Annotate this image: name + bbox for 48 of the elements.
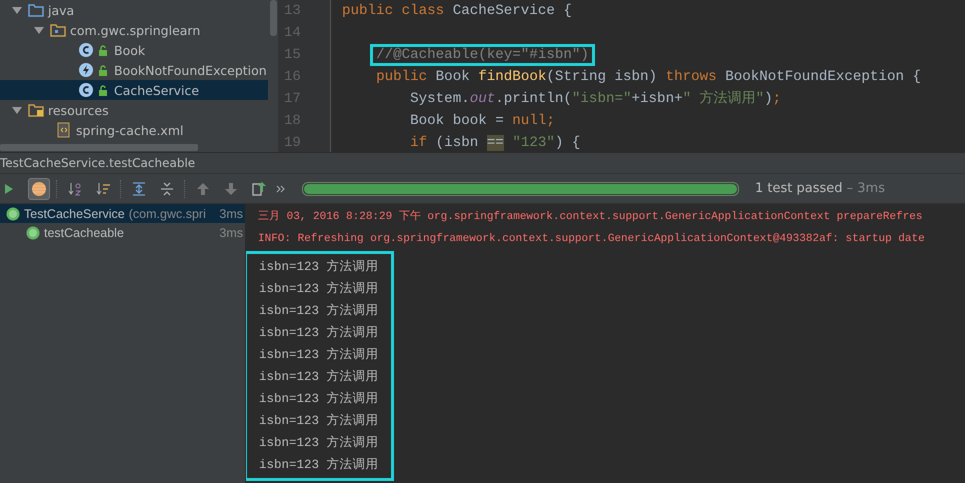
tree-item[interactable]: spring-cache.xml [0, 120, 268, 140]
code-line: //@Cacheable(key="#isbn") [342, 44, 592, 66]
exception-class-icon [78, 62, 94, 78]
lock-icon [98, 44, 108, 56]
expand-arrow-icon[interactable] [12, 105, 22, 115]
log-line: 三月 03, 2016 8:28:29 下午 org.springframework.context.support.GenericApplicationContext prepareRefres [258, 209, 924, 225]
resource-folder-icon [28, 102, 44, 118]
lock-icon [98, 64, 108, 76]
package-icon [50, 22, 66, 38]
tree-item[interactable]: Book [0, 40, 268, 60]
output-line: isbn=123 方法调用 [259, 280, 379, 298]
output-line: isbn=123 方法调用 [259, 346, 379, 364]
vertical-scrollbar[interactable] [270, 0, 276, 36]
tree-item[interactable]: com.gwc.springlearn [0, 20, 268, 40]
class-icon [78, 82, 94, 98]
more-icon[interactable] [276, 184, 286, 194]
output-line: isbn=123 方法调用 [259, 324, 379, 342]
output-line: isbn=123 方法调用 [259, 456, 379, 474]
output-line: isbn=123 方法调用 [259, 258, 379, 276]
test-summary: 1 test passed – 3ms [755, 181, 885, 196]
code-line: Book book = null; [409, 112, 555, 131]
expand-arrow-icon[interactable] [34, 25, 44, 35]
stripes-icon[interactable] [28, 178, 50, 200]
output-line: isbn=123 方法调用 [259, 412, 379, 430]
test-item[interactable]: TestCacheService (com.gwc.spri 3ms [0, 204, 245, 223]
passed-icon [6, 206, 20, 220]
code-line: public Book findBook(String isbn) throws BookNotFoundException { [375, 68, 922, 87]
run-panel-title: TestCacheService.testCacheable [0, 152, 965, 174]
output-line: isbn=123 方法调用 [259, 434, 379, 452]
test-item[interactable]: testCacheable 3ms [0, 223, 245, 242]
output-line: isbn=123 方法调用 [259, 390, 379, 408]
output-line: isbn=123 方法调用 [259, 368, 379, 386]
tree-item[interactable]: BookNotFoundException [0, 60, 268, 80]
lock-icon [98, 84, 108, 96]
code-line: public class CacheService { [342, 2, 572, 21]
log-line: INFO: Refreshing org.springframework.context.support.GenericApplicationContext@493382af: startup date [258, 232, 926, 247]
expand-arrow-icon[interactable] [12, 5, 22, 15]
xml-file-icon [56, 122, 72, 138]
horizontal-scrollbar[interactable] [0, 144, 198, 151]
class-icon [78, 42, 94, 58]
output-line: isbn=123 方法调用 [259, 302, 379, 320]
passed-icon [26, 226, 40, 240]
code-line: if (isbn == "123") { [409, 134, 580, 152]
tree-item[interactable]: CacheService [0, 80, 268, 100]
tree-item[interactable]: resources [0, 100, 268, 120]
folder-icon [28, 2, 44, 18]
tree-item[interactable]: java [0, 0, 268, 20]
code-line: System.out.println("isbn="+isbn+" 方法调用"); [409, 89, 782, 109]
